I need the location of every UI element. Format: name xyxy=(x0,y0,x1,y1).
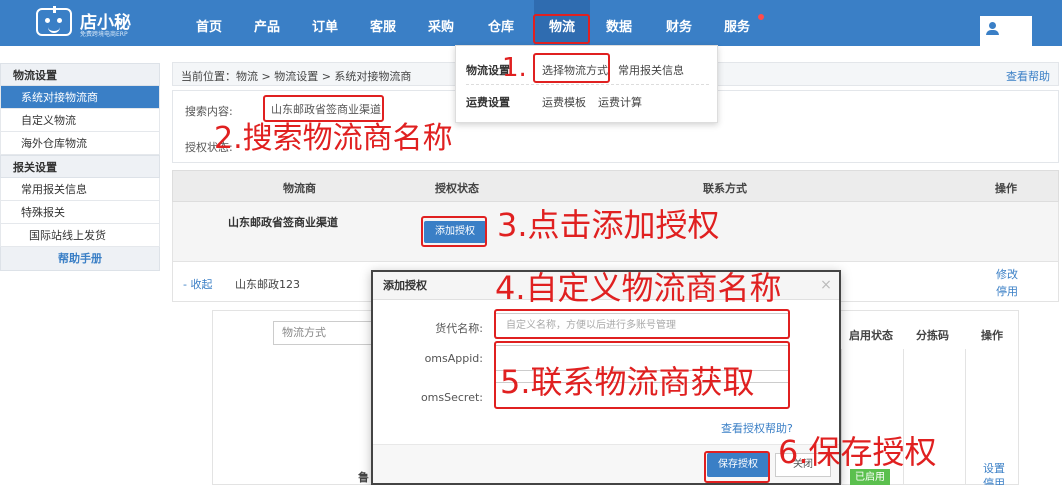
header-auth-status: 授权状态 xyxy=(435,182,479,195)
menu-item-freight-template[interactable]: 运费模板 xyxy=(542,94,586,110)
header-enabled-status: 启用状态 xyxy=(849,329,893,342)
header-actions: 操作 xyxy=(995,182,1017,195)
forwarder-name-label: 货代名称: xyxy=(435,322,483,335)
enabled-status-badge: 已启用 xyxy=(850,469,890,485)
top-navbar: 店小秘 免费跨境电商ERP 首页 产品 订单 客服 采购 仓库 物流 数据 财务… xyxy=(0,0,1062,46)
sidebar-item-common-customs[interactable]: 常用报关信息 xyxy=(0,178,160,201)
breadcrumb: 当前位置：物流 > 物流设置 > 系统对接物流商 xyxy=(181,70,412,83)
sidebar-group-logistics: 物流设置 xyxy=(0,63,160,86)
nav-warehouse[interactable]: 仓库 xyxy=(480,0,522,46)
nav-finance[interactable]: 财务 xyxy=(658,0,700,46)
highlight-select-method xyxy=(533,53,610,83)
carrier-table-header: 物流商 授权状态 联系方式 操作 xyxy=(172,170,1059,202)
annotation-step-1: 1. xyxy=(502,53,527,83)
nav-customer-service[interactable]: 客服 xyxy=(362,0,404,46)
user-menu-button[interactable] xyxy=(980,16,1032,46)
highlight-forwarder-name xyxy=(494,309,790,339)
highlight-save-button xyxy=(704,451,770,483)
authorized-account-name: 山东邮政123 xyxy=(235,278,300,291)
sidebar-item-custom-logistics[interactable]: 自定义物流 xyxy=(0,109,160,132)
notification-dot xyxy=(758,14,764,20)
nav-home[interactable]: 首页 xyxy=(188,0,230,46)
highlight-search-input xyxy=(263,95,384,122)
user-icon xyxy=(986,22,1004,36)
highlight-add-button xyxy=(421,216,487,247)
sidebar-item-system-carriers[interactable]: 系统对接物流商 xyxy=(0,86,160,109)
view-help-link[interactable]: 查看帮助 xyxy=(1006,68,1050,84)
highlight-nav-logistics xyxy=(533,14,590,44)
annotation-step-6: 6.保存授权 xyxy=(778,433,937,471)
disable-link[interactable]: 停用 xyxy=(996,283,1018,300)
help-manual-button[interactable]: 帮助手册 xyxy=(0,247,160,271)
header-contact: 联系方式 xyxy=(703,182,747,195)
annotation-step-3: 3.点击添加授权 xyxy=(497,206,720,244)
menu-group-freight-settings: 运费设置 xyxy=(466,96,510,109)
row-actions: 修改 停用 xyxy=(996,266,1018,300)
annotation-step-4: 4.自定义物流商名称 xyxy=(495,269,782,307)
logo[interactable]: 店小秘 免费跨境电商ERP xyxy=(36,5,156,39)
menu-item-common-customs-info[interactable]: 常用报关信息 xyxy=(618,62,684,78)
sidebar-item-special-customs[interactable]: 特殊报关 xyxy=(0,201,160,224)
header-carrier: 物流商 xyxy=(283,182,316,195)
sidebar-item-intl-online-shipping[interactable]: 国际站线上发货 xyxy=(0,224,160,247)
method-actions: 设置 停用 xyxy=(983,461,1005,485)
nav-services[interactable]: 服务 xyxy=(716,0,758,46)
annotation-step-2: 2.搜索物流商名称 xyxy=(214,121,453,156)
sidebar-item-overseas-warehouse[interactable]: 海外仓库物流 xyxy=(0,132,160,155)
shipping-method-name: 鲁 xyxy=(358,471,369,484)
edit-link[interactable]: 修改 xyxy=(996,266,1018,283)
header-sub-actions: 操作 xyxy=(981,329,1003,342)
logo-subtitle: 免费跨境电商ERP xyxy=(80,31,128,38)
close-icon[interactable]: × xyxy=(817,276,835,294)
sidebar: 物流设置 系统对接物流商 自定义物流 海外仓库物流 报关设置 常用报关信息 特殊… xyxy=(0,63,160,271)
carrier-name: 山东邮政省签商业渠道 xyxy=(228,216,338,229)
header-sort-code: 分拣码 xyxy=(916,329,949,342)
menu-divider xyxy=(466,84,709,85)
nav-purchase[interactable]: 采购 xyxy=(420,0,462,46)
collapse-link[interactable]: - 收起 xyxy=(183,276,212,292)
nav-products[interactable]: 产品 xyxy=(246,0,288,46)
nav-data[interactable]: 数据 xyxy=(598,0,640,46)
oms-appid-label: omsAppid: xyxy=(424,352,483,365)
oms-secret-label: omsSecret: xyxy=(420,391,483,404)
menu-item-freight-calculation[interactable]: 运费计算 xyxy=(598,94,642,110)
method-disable-link[interactable]: 停用 xyxy=(983,476,1005,485)
robot-icon xyxy=(36,6,72,36)
settings-link[interactable]: 设置 xyxy=(983,461,1005,476)
nav-orders[interactable]: 订单 xyxy=(304,0,346,46)
column-divider xyxy=(965,349,966,485)
sidebar-group-customs: 报关设置 xyxy=(0,155,160,178)
annotation-step-5: 5.联系物流商获取 xyxy=(500,363,755,401)
search-label: 搜索内容: xyxy=(185,105,233,118)
